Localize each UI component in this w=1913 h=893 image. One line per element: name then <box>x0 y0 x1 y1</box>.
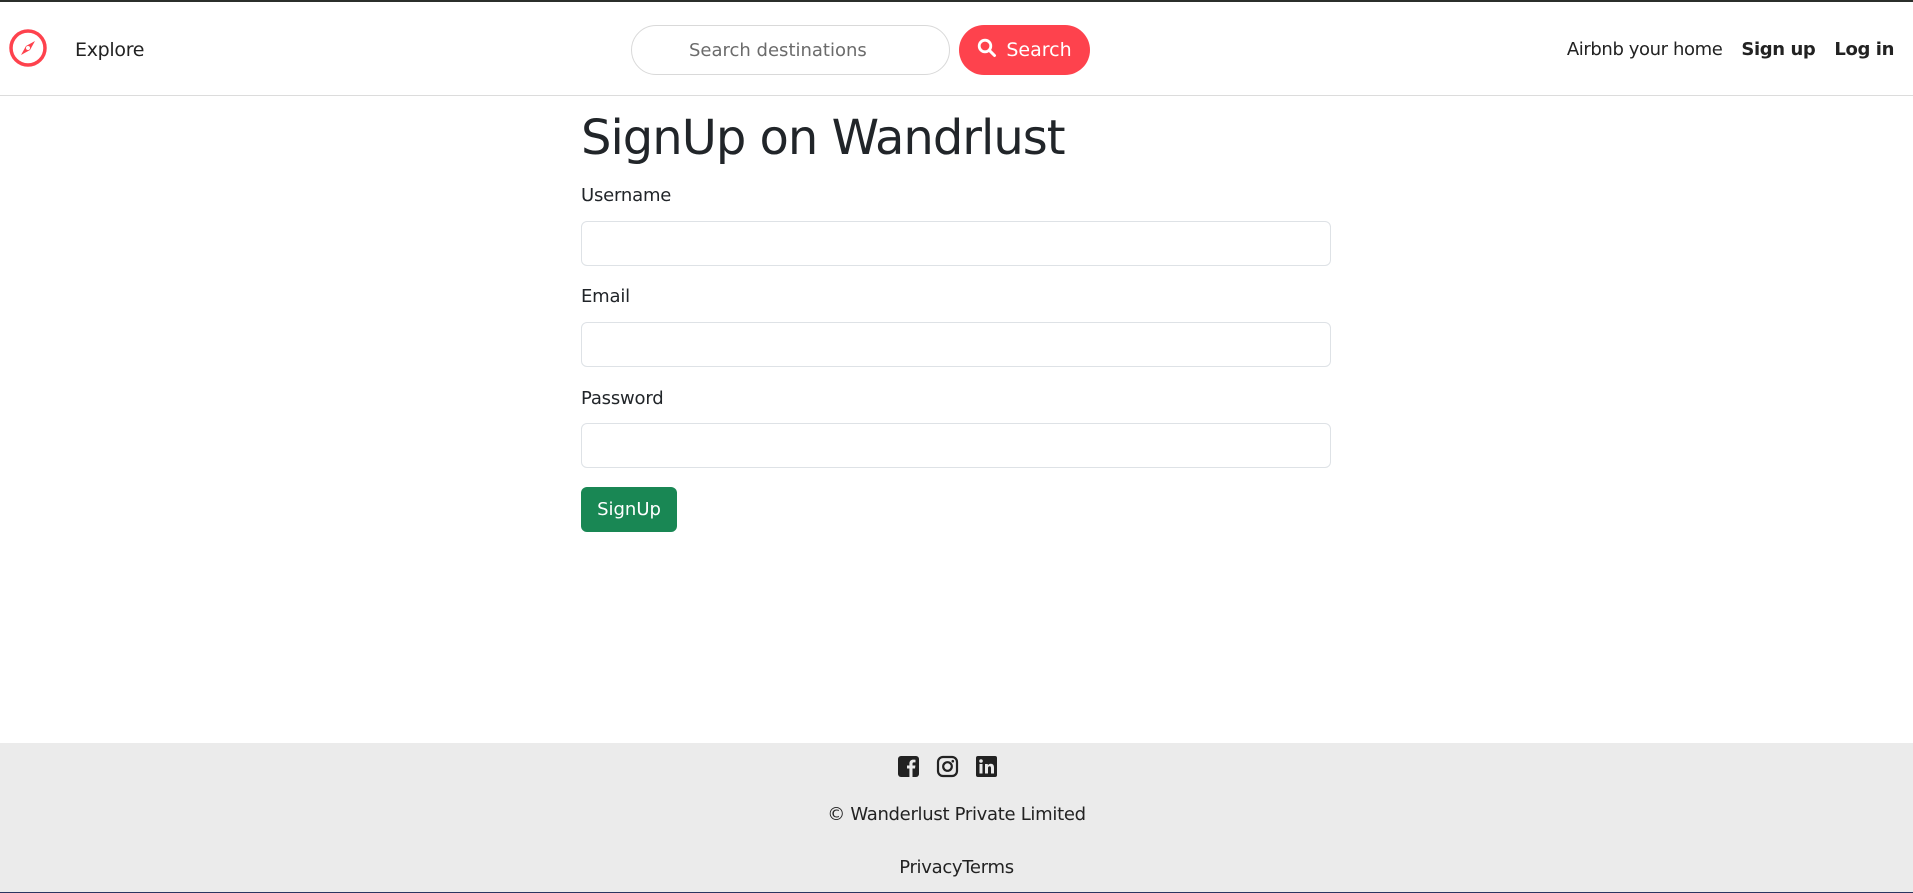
compass-icon[interactable] <box>8 28 48 68</box>
facebook-icon[interactable] <box>897 755 920 778</box>
search-input[interactable] <box>631 25 950 75</box>
username-label: Username <box>581 185 672 206</box>
email-label: Email <box>581 286 630 307</box>
navbar: Explore Search Airbnb your home Sign up … <box>0 2 1913 96</box>
signup-link[interactable]: Sign up <box>1741 39 1815 60</box>
airbnb-your-home-link[interactable]: Airbnb your home <box>1567 39 1723 60</box>
social-links <box>897 755 998 778</box>
terms-link[interactable]: Terms <box>962 857 1014 878</box>
linkedin-icon[interactable] <box>975 755 998 778</box>
search-button-label: Search <box>1006 39 1072 61</box>
signup-submit-button[interactable]: SignUp <box>581 487 677 532</box>
footer: © Wanderlust Private Limited PrivacyTerm… <box>0 743 1913 893</box>
nav-right: Airbnb your home Sign up Log in <box>1567 39 1895 60</box>
signup-form-container: SignUp on Wandrlust <box>581 112 1331 165</box>
password-label: Password <box>581 388 664 409</box>
nav-explore-link[interactable]: Explore <box>75 39 145 61</box>
search-button[interactable]: Search <box>959 25 1090 75</box>
email-field[interactable] <box>581 322 1331 367</box>
copyright-text: © Wanderlust Private Limited <box>827 804 1086 825</box>
page-title: SignUp on Wandrlust <box>581 110 1066 166</box>
legal-links: PrivacyTerms <box>0 857 1913 878</box>
instagram-icon[interactable] <box>936 755 959 778</box>
privacy-link[interactable]: Privacy <box>899 857 962 878</box>
search-icon <box>977 38 997 63</box>
login-link[interactable]: Log in <box>1834 39 1894 60</box>
username-field[interactable] <box>581 221 1331 266</box>
password-field[interactable] <box>581 423 1331 468</box>
